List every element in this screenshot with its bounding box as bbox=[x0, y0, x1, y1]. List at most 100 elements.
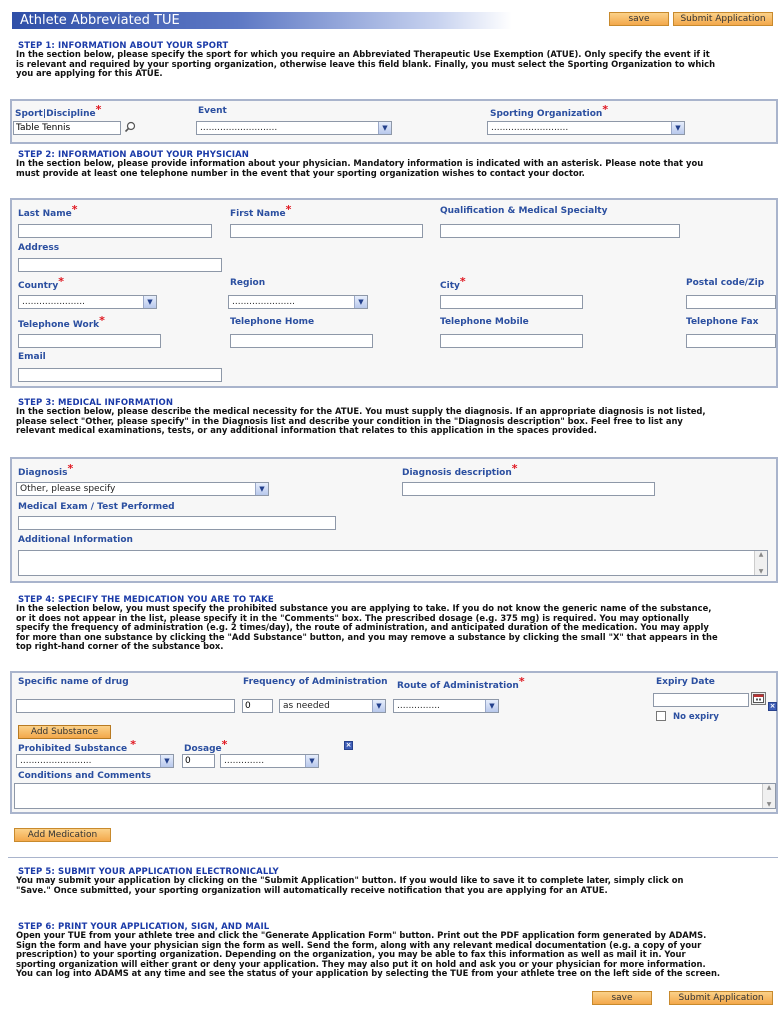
region-select[interactable]: ...................... ▼ bbox=[228, 295, 368, 309]
chevron-down-icon: ▼ bbox=[485, 700, 498, 712]
frequency-select[interactable]: as needed ▼ bbox=[279, 699, 386, 713]
add-medication-button[interactable]: Add Medication bbox=[14, 828, 111, 842]
country-select[interactable]: ...................... ▼ bbox=[18, 295, 157, 309]
dosage-unit-select[interactable]: .............. ▼ bbox=[220, 754, 319, 768]
country-select-value: ...................... bbox=[22, 297, 85, 307]
region-select-value: ...................... bbox=[232, 297, 295, 307]
step2-line: must provide at least one telephone numb… bbox=[16, 167, 585, 178]
required-marker: * bbox=[602, 103, 609, 116]
address-label: Address bbox=[18, 243, 60, 253]
route-label-text: Route of Administration bbox=[397, 681, 519, 691]
last-name-input[interactable] bbox=[18, 224, 212, 238]
tel-home-input[interactable] bbox=[230, 334, 373, 348]
chevron-down-icon: ▼ bbox=[143, 296, 156, 308]
required-marker: * bbox=[130, 738, 137, 751]
city-label-text: City bbox=[440, 281, 460, 291]
page-title: Athlete Abbreviated TUE bbox=[12, 12, 512, 29]
prohibited-label-text: Prohibited Substance bbox=[18, 744, 128, 754]
chevron-down-icon: ▼ bbox=[354, 296, 367, 308]
calendar-icon[interactable] bbox=[751, 692, 766, 705]
sport-input[interactable]: Table Tennis bbox=[13, 121, 121, 135]
required-marker: * bbox=[459, 275, 466, 288]
dosage-unit-select-value: .............. bbox=[224, 756, 265, 766]
tel-work-input[interactable] bbox=[18, 334, 161, 348]
expiry-label: Expiry Date bbox=[656, 677, 715, 687]
city-label: City* bbox=[440, 275, 466, 291]
scroll-down-icon[interactable]: ▼ bbox=[767, 801, 772, 808]
conditions-label: Conditions and Comments bbox=[18, 771, 151, 781]
save-button[interactable]: save bbox=[592, 991, 652, 1005]
save-button[interactable]: save bbox=[609, 12, 669, 26]
email-label: Email bbox=[18, 352, 46, 362]
exam-input[interactable] bbox=[18, 516, 336, 530]
conditions-textarea[interactable]: ▲ ▼ bbox=[14, 783, 776, 809]
no-expiry-label: No expiry bbox=[673, 712, 719, 722]
step1-line: you are applying for this ATUE. bbox=[16, 68, 163, 79]
step1-instructions: In the section below, please specify the… bbox=[16, 49, 776, 79]
postal-input[interactable] bbox=[686, 295, 776, 309]
org-label-text: Sporting Organization bbox=[490, 109, 603, 119]
no-expiry-checkbox[interactable] bbox=[656, 711, 666, 721]
event-select[interactable]: ........................... ▼ bbox=[196, 121, 392, 135]
first-name-input[interactable] bbox=[230, 224, 423, 238]
required-marker: * bbox=[58, 275, 64, 288]
address-input[interactable] bbox=[18, 258, 222, 272]
diagnosis-label: Diagnosis* bbox=[18, 462, 73, 478]
sport-label-text: Sport|Discipline bbox=[15, 109, 96, 119]
dosage-label: Dosage* bbox=[184, 738, 228, 754]
diagnosis-desc-label-text: Diagnosis description bbox=[402, 468, 512, 478]
country-label-text: Country bbox=[18, 281, 59, 291]
required-marker: * bbox=[511, 462, 518, 475]
close-icon[interactable]: × bbox=[344, 741, 353, 750]
required-marker: * bbox=[221, 738, 228, 751]
diagnosis-desc-input[interactable] bbox=[402, 482, 655, 496]
close-icon[interactable]: × bbox=[768, 702, 777, 711]
last-name-label: Last Name* bbox=[18, 203, 77, 219]
tel-mobile-input[interactable] bbox=[440, 334, 583, 348]
tel-fax-input[interactable] bbox=[686, 334, 776, 348]
submit-application-button[interactable]: Submit Application bbox=[669, 991, 773, 1005]
qualification-input[interactable] bbox=[440, 224, 680, 238]
add-substance-button[interactable]: Add Substance bbox=[18, 725, 111, 739]
frequency-number-input[interactable]: 0 bbox=[242, 699, 273, 713]
dosage-label-text: Dosage bbox=[184, 744, 222, 754]
textarea-scrollbar[interactable]: ▲ ▼ bbox=[754, 551, 767, 575]
chevron-down-icon: ▼ bbox=[671, 122, 684, 134]
expiry-date-input[interactable] bbox=[653, 693, 749, 707]
prohibited-select[interactable]: ......................... ▼ bbox=[16, 754, 174, 768]
diagnosis-desc-label: Diagnosis description* bbox=[402, 462, 518, 478]
scroll-down-icon[interactable]: ▼ bbox=[759, 568, 764, 575]
org-select-value: ........................... bbox=[491, 123, 569, 133]
step6-instructions: Open your TUE from your athlete tree and… bbox=[16, 930, 778, 979]
city-input[interactable] bbox=[440, 295, 583, 309]
drug-name-input[interactable] bbox=[16, 699, 235, 713]
chevron-down-icon: ▼ bbox=[305, 755, 318, 767]
divider bbox=[8, 857, 778, 858]
frequency-label: Frequency of Administration bbox=[243, 677, 388, 687]
org-select[interactable]: ........................... ▼ bbox=[487, 121, 685, 135]
step5-line: "Save." Once submitted, your sporting or… bbox=[16, 884, 608, 895]
region-label: Region bbox=[230, 278, 266, 288]
textarea-scrollbar[interactable]: ▲ ▼ bbox=[762, 784, 775, 808]
diagnosis-select-value: Other, please specify bbox=[20, 484, 116, 494]
tel-home-label: Telephone Home bbox=[230, 317, 315, 327]
chevron-down-icon: ▼ bbox=[160, 755, 173, 767]
scroll-up-icon[interactable]: ▲ bbox=[759, 551, 764, 558]
frequency-select-value: as needed bbox=[283, 701, 330, 711]
tel-work-label: Telephone Work* bbox=[18, 314, 105, 330]
route-select[interactable]: ............... ▼ bbox=[393, 699, 499, 713]
scroll-up-icon[interactable]: ▲ bbox=[767, 784, 772, 791]
exam-label: Medical Exam / Test Performed bbox=[18, 502, 175, 512]
prohibited-select-value: ......................... bbox=[20, 756, 92, 766]
route-label: Route of Administration* bbox=[397, 675, 525, 691]
event-select-value: ........................... bbox=[200, 123, 278, 133]
required-marker: * bbox=[99, 314, 105, 327]
additional-textarea[interactable]: ▲ ▼ bbox=[18, 550, 768, 576]
dosage-number-input[interactable]: 0 bbox=[182, 754, 215, 768]
magnifier-icon[interactable] bbox=[124, 121, 136, 133]
submit-application-button[interactable]: Submit Application bbox=[673, 12, 773, 26]
email-input[interactable] bbox=[18, 368, 222, 382]
country-label: Country* bbox=[18, 275, 64, 291]
diagnosis-select[interactable]: Other, please specify ▼ bbox=[16, 482, 269, 496]
first-name-label: First Name* bbox=[230, 203, 291, 219]
